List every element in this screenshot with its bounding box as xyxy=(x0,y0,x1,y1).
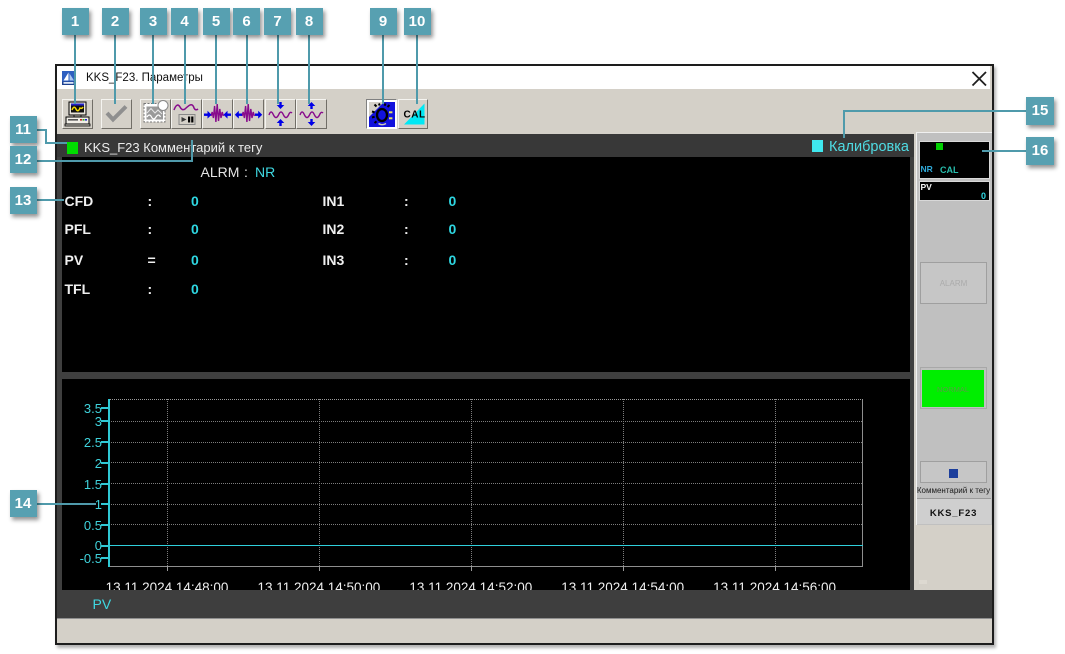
svg-text:CAL: CAL xyxy=(403,110,425,121)
